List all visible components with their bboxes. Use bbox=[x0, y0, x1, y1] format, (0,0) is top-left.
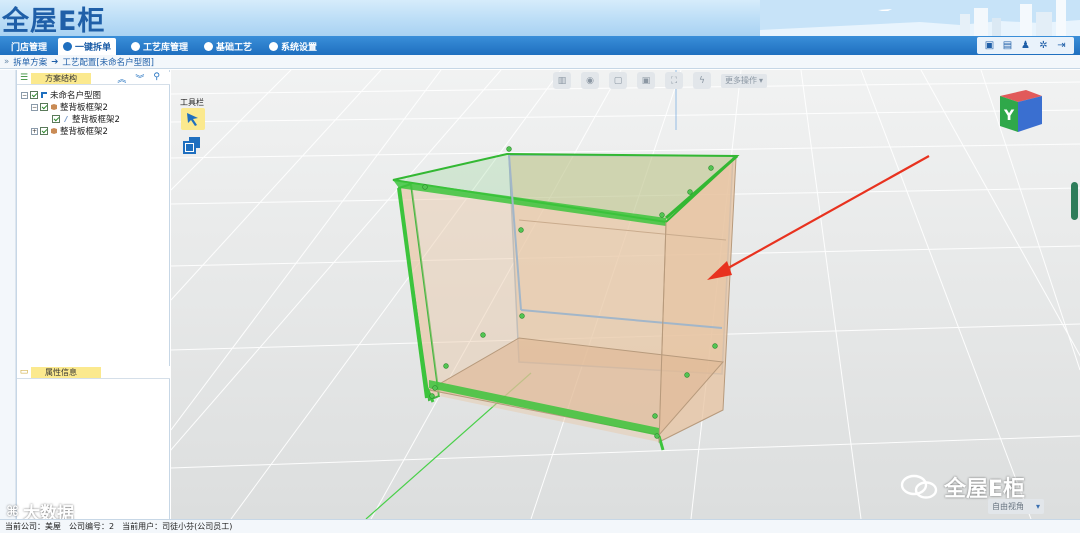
breadcrumb-item-split-plan[interactable]: 拆单方案 bbox=[13, 56, 47, 68]
watermark-logo-icon: ⌘ bbox=[6, 503, 19, 520]
monitor-icon[interactable]: ▣ bbox=[982, 38, 997, 53]
check-circle-icon bbox=[131, 42, 140, 51]
user-icon[interactable]: ♟ bbox=[1018, 38, 1033, 53]
tree-node-label: 整背板框架2 bbox=[72, 115, 120, 125]
app-logo: 全屋E柜 bbox=[2, 1, 106, 37]
fit-view-icon[interactable]: ⛶ bbox=[665, 72, 683, 89]
header-banner: 全屋E柜 bbox=[0, 0, 1080, 36]
target-icon[interactable]: ◉ bbox=[581, 72, 599, 89]
chevron-down-icon: ▾ bbox=[759, 76, 764, 85]
tab-basic-process[interactable]: 基础工艺 bbox=[199, 38, 257, 55]
app-root: 全屋E柜 门店管理 一键拆单 工艺库管理 基础工艺 系统设置 ▣ ▤ ♟ ✲ ⇥… bbox=[0, 0, 1080, 533]
properties-header: ▭ 属性信息 bbox=[17, 366, 170, 379]
breadcrumb-item-process-config[interactable]: 工艺配置[未命名户型图] bbox=[62, 56, 154, 68]
expand-toggle-icon[interactable]: + bbox=[31, 127, 38, 135]
status-bar: 当前公司：美屋 公司编号：2 当前用户：司徒小芬(公司员工) bbox=[0, 519, 1080, 533]
tab-label: 工艺库管理 bbox=[143, 43, 189, 53]
collapse-toggle-icon[interactable]: − bbox=[31, 103, 38, 111]
view-mode-label: 自由视角 bbox=[992, 502, 1024, 511]
tab-store-management[interactable]: 门店管理 bbox=[6, 38, 52, 55]
expand-up-icon[interactable]: ︽ bbox=[117, 72, 126, 85]
tab-label: 基础工艺 bbox=[216, 43, 253, 53]
tree-node-label: 整背板框架2 bbox=[60, 127, 108, 137]
list-icon[interactable]: ▤ bbox=[1000, 38, 1015, 53]
status-company-no: 公司编号：2 bbox=[69, 522, 115, 531]
exit-icon[interactable]: ⇥ bbox=[1054, 38, 1069, 53]
copy-tool-button[interactable] bbox=[181, 134, 203, 156]
cabinet-icon bbox=[51, 128, 57, 134]
copy-icon bbox=[183, 137, 200, 154]
scheme-tree: − 未命名户型图 − 整背板框架2 整背板框架2 + 整背板框架2 bbox=[21, 89, 120, 137]
tab-label: 一键拆单 bbox=[75, 43, 112, 53]
header-tools: ▣ ▤ ♟ ✲ ⇥ bbox=[977, 37, 1074, 54]
more-actions-label: 更多操作 bbox=[725, 76, 757, 85]
properties-title: 属性信息 bbox=[31, 366, 101, 378]
cursor-arrow-icon bbox=[187, 113, 198, 126]
viewport-toolbar: ▥ ◉ ▢ ▣ ⛶ ϟ 更多操作 ▾ bbox=[553, 72, 768, 89]
tab-system-settings[interactable]: 系统设置 bbox=[264, 38, 322, 55]
chevron-down-icon: ▾ bbox=[1036, 502, 1041, 511]
tab-process-library[interactable]: 工艺库管理 bbox=[126, 38, 193, 55]
status-company: 当前公司：美屋 bbox=[5, 522, 61, 531]
checkbox[interactable] bbox=[30, 91, 38, 99]
gear-icon[interactable]: ✲ bbox=[1036, 38, 1051, 53]
status-user: 当前用户：司徒小芬(公司员工) bbox=[122, 522, 233, 531]
check-circle-icon bbox=[63, 42, 72, 51]
scene-canvas[interactable] bbox=[171, 70, 1080, 519]
tab-label: 门店管理 bbox=[11, 43, 48, 53]
expand-down-icon[interactable]: ︾ bbox=[135, 72, 144, 85]
arrow-right-icon: ➔ bbox=[51, 56, 59, 67]
flash-icon[interactable]: ϟ bbox=[693, 72, 711, 89]
tree-node-label: 未命名户型图 bbox=[50, 91, 102, 101]
checkbox[interactable] bbox=[40, 127, 48, 135]
cube-face-label: Y bbox=[1003, 108, 1015, 124]
cabinet-icon bbox=[51, 104, 57, 110]
left-panel: ☰ 方案结构 ︽ ︾ ⚲ − 未命名户型图 − 整背板框架2 整背板框架2 + … bbox=[16, 70, 170, 519]
tree-node-frame[interactable]: − 整背板框架2 bbox=[21, 101, 120, 113]
collapse-toggle-icon[interactable]: − bbox=[21, 91, 28, 99]
double-chevron-icon[interactable]: » bbox=[4, 57, 9, 67]
main-nav: 门店管理 一键拆单 工艺库管理 基础工艺 系统设置 ▣ ▤ ♟ ✲ ⇥ bbox=[0, 36, 1080, 55]
gear-circle-icon bbox=[204, 42, 213, 51]
wechat-icon bbox=[900, 474, 938, 499]
more-actions-dropdown[interactable]: 更多操作 ▾ bbox=[721, 73, 768, 88]
list-icon: ☰ bbox=[19, 73, 29, 83]
tree-node-frame-2[interactable]: + 整背板框架2 bbox=[21, 125, 120, 137]
tree-node-label: 整背板框架2 bbox=[60, 103, 108, 113]
side-panel-handle[interactable] bbox=[1071, 182, 1078, 220]
breadcrumb: » 拆单方案 ➔ 工艺配置[未命名户型图] bbox=[0, 55, 1080, 69]
cabinet-view-icon[interactable]: ▥ bbox=[553, 72, 571, 89]
settings-circle-icon bbox=[269, 42, 278, 51]
select-tool-button[interactable] bbox=[181, 108, 205, 130]
panel-icon: ▭ bbox=[19, 367, 29, 377]
toolbox-label: 工具栏 bbox=[180, 98, 204, 107]
scheme-structure-title: 方案结构 bbox=[31, 72, 91, 84]
board-icon bbox=[64, 116, 68, 122]
floorplan-icon bbox=[41, 92, 47, 98]
checkbox[interactable] bbox=[40, 103, 48, 111]
scheme-structure-header: ☰ 方案结构 ︽ ︾ ⚲ bbox=[17, 72, 170, 85]
layers-icon[interactable]: ▣ bbox=[637, 72, 655, 89]
view-cube[interactable]: Y bbox=[996, 88, 1046, 134]
tab-label: 系统设置 bbox=[281, 43, 318, 53]
view-mode-select[interactable]: 自由视角 ▾ bbox=[988, 499, 1045, 514]
search-icon[interactable]: ⚲ bbox=[153, 72, 160, 85]
tree-node-panel[interactable]: 整背板框架2 bbox=[21, 113, 120, 125]
tree-node-root[interactable]: − 未命名户型图 bbox=[21, 89, 120, 101]
tab-one-click-split[interactable]: 一键拆单 bbox=[58, 38, 117, 55]
skyline-decoration bbox=[760, 0, 1080, 36]
checkbox[interactable] bbox=[52, 115, 60, 123]
box-icon[interactable]: ▢ bbox=[609, 72, 627, 89]
3d-viewport[interactable] bbox=[171, 70, 1080, 519]
left-gutter bbox=[0, 70, 16, 519]
logo-text: 全屋E柜 bbox=[2, 5, 106, 37]
